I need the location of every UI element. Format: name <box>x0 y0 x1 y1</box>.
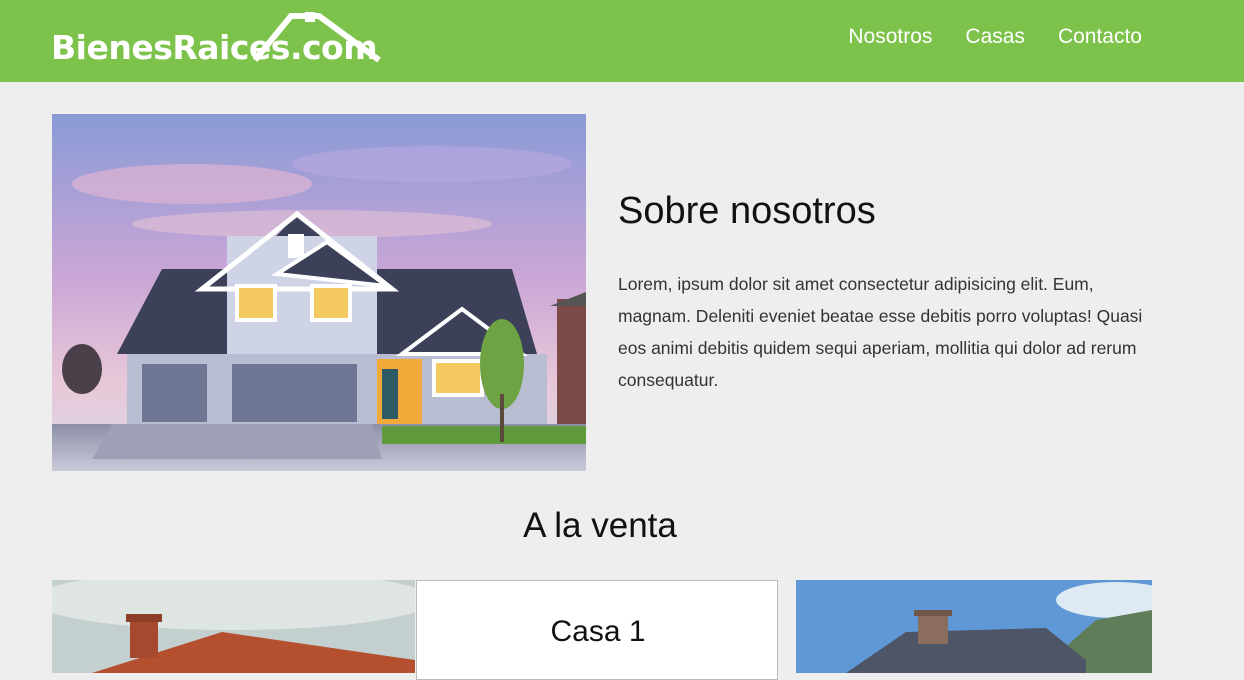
nav-link-nosotros[interactable]: Nosotros <box>848 25 932 49</box>
about-text: Lorem, ipsum dolor sit amet consectetur … <box>618 274 1143 390</box>
house-photo-3 <box>796 580 1152 673</box>
property-card-3-image[interactable] <box>796 580 1152 673</box>
sale-section-title: A la venta <box>523 506 677 545</box>
property-card-2[interactable]: Casa 1 <box>416 580 778 680</box>
house-photo-1 <box>52 580 415 673</box>
nav-link-contacto[interactable]: Contacto <box>1058 25 1142 49</box>
nav-link-casas[interactable]: Casas <box>965 25 1025 49</box>
roof-icon <box>252 12 381 62</box>
property-card-title: Casa 1 <box>550 615 646 648</box>
hero-house-image <box>52 114 586 471</box>
about-title: Sobre nosotros <box>618 190 876 232</box>
property-card-1-image[interactable] <box>52 580 415 673</box>
site-header: BienesRaices.com Nosotros Casas Contacto <box>0 0 1244 82</box>
house-illustration <box>52 114 586 471</box>
main-nav: Nosotros Casas Contacto <box>848 25 1142 49</box>
